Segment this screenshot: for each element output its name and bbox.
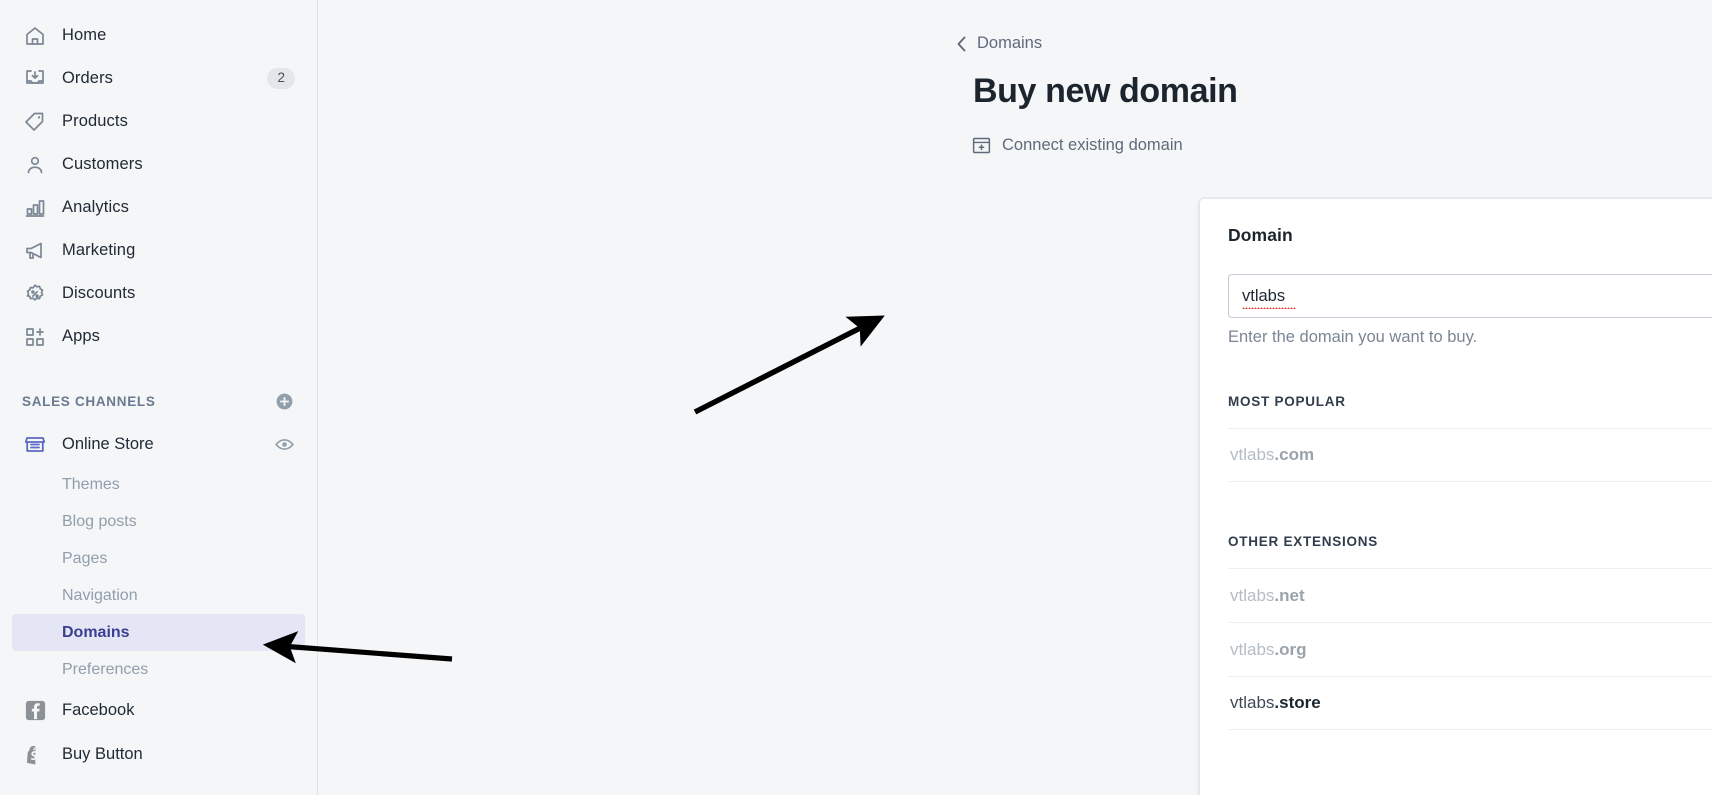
sidebar-item-domains[interactable]: Domains — [12, 614, 305, 651]
sidebar-sub-label: Themes — [62, 475, 120, 493]
apps-grid-plus-icon — [22, 324, 48, 350]
orders-count-badge: 2 — [267, 68, 295, 89]
domain-name: vtlabs.net — [1230, 586, 1712, 606]
sidebar-item-label: Orders — [62, 69, 114, 87]
sidebar-item-customers[interactable]: Customers — [12, 143, 305, 186]
other-extensions-list: vtlabs.net Unavailable vtlabs.org Unavai… — [1228, 568, 1712, 730]
page-title: Buy new domain — [973, 72, 1238, 110]
sidebar-item-label: Discounts — [62, 284, 136, 302]
main-content: Domains Buy new domain Connect existing … — [318, 0, 1712, 795]
sidebar-item-label: Analytics — [62, 198, 129, 216]
sidebar-item-buy-button[interactable]: Buy Button — [12, 732, 305, 776]
sidebar-item-products[interactable]: Products — [12, 100, 305, 143]
sidebar-item-label: Customers — [62, 155, 143, 173]
card-heading: Domain — [1228, 225, 1293, 245]
online-store-label: Online Store — [62, 434, 154, 453]
app-root: Home Orders 2 Products Customers Analyti… — [0, 0, 1712, 795]
other-extensions-label: OTHER EXTENSIONS — [1228, 534, 1379, 549]
browser-window-plus-icon — [971, 135, 992, 156]
facebook-icon — [22, 697, 48, 723]
sidebar-item-label: Marketing — [62, 241, 136, 259]
sales-channels-section-header: SALES CHANNELS — [12, 386, 305, 416]
domain-field-wrapper: Enter the domain you want to buy. — [1228, 274, 1712, 347]
domain-prefix: vtlabs — [1230, 639, 1275, 659]
sidebar-item-home[interactable]: Home — [12, 14, 305, 57]
plus-circle-icon[interactable] — [274, 391, 295, 412]
sidebar-sub-label: Navigation — [62, 586, 138, 604]
most-popular-label: MOST POPULAR — [1228, 394, 1346, 409]
sidebar-item-discounts[interactable]: Discounts — [12, 272, 305, 315]
sidebar-item-navigation[interactable]: Navigation — [12, 577, 305, 614]
table-row: vtlabs.org Unavailable — [1228, 622, 1712, 676]
table-row: vtlabs.net Unavailable — [1228, 568, 1712, 622]
sales-channels-title: SALES CHANNELS — [22, 393, 156, 409]
sidebar-sub-label: Pages — [62, 549, 108, 567]
domain-prefix: vtlabs — [1230, 445, 1275, 464]
eye-icon[interactable] — [274, 434, 295, 455]
domain-input-holder — [1228, 274, 1712, 318]
connect-existing-domain-label: Connect existing domain — [1002, 136, 1183, 154]
sidebar-sub-label: Preferences — [62, 660, 149, 678]
discounts-percent-icon — [22, 281, 48, 307]
domain-name: vtlabs.store — [1230, 693, 1712, 713]
sidebar-item-pages[interactable]: Pages — [12, 540, 305, 577]
storefront-icon — [22, 431, 48, 457]
sidebar-item-preferences[interactable]: Preferences — [12, 651, 305, 688]
products-tag-icon — [22, 109, 48, 135]
most-popular-list: vtlabs.com Unavailable — [1228, 428, 1712, 482]
channel-label: Buy Button — [62, 744, 143, 763]
connect-existing-domain-link[interactable]: Connect existing domain — [971, 135, 1183, 156]
domain-help-text: Enter the domain you want to buy. — [1228, 328, 1478, 346]
sidebar-item-online-store[interactable]: Online Store — [12, 422, 305, 466]
channel-label: Facebook — [62, 700, 135, 719]
domain-tld: .org — [1274, 639, 1307, 659]
home-icon — [22, 23, 48, 49]
table-row: vtlabs.com Unavailable — [1228, 428, 1712, 482]
other-extensions-section: OTHER EXTENSIONS vtlabs.net Unavailable … — [1228, 534, 1712, 730]
sidebar-item-facebook[interactable]: Facebook — [12, 688, 305, 732]
domain-prefix: vtlabs — [1230, 693, 1275, 712]
sidebar-item-marketing[interactable]: Marketing — [12, 229, 305, 272]
domain-tld: .net — [1274, 585, 1305, 605]
sidebar: Home Orders 2 Products Customers Analyti… — [0, 0, 318, 795]
sidebar-item-themes[interactable]: Themes — [12, 466, 305, 503]
orders-icon — [22, 66, 48, 92]
customers-icon — [22, 152, 48, 178]
sidebar-item-analytics[interactable]: Analytics — [12, 186, 305, 229]
domain-name: vtlabs.org — [1230, 640, 1712, 660]
domain-prefix: vtlabs — [1230, 585, 1275, 605]
marketing-megaphone-icon — [22, 238, 48, 264]
breadcrumb[interactable]: Domains — [955, 34, 1042, 53]
analytics-bar-chart-icon — [22, 195, 48, 221]
most-popular-section: MOST POPULAR vtlabs.com Unavailable — [1228, 394, 1712, 482]
table-row: vtlabs.store $19 USD/first year Buy — [1228, 676, 1712, 730]
sidebar-sub-label: Blog posts — [62, 512, 137, 530]
sidebar-item-blog-posts[interactable]: Blog posts — [12, 503, 305, 540]
sidebar-item-label: Products — [62, 112, 128, 130]
shopify-bag-icon — [22, 741, 48, 767]
domain-name: vtlabs.com — [1230, 445, 1712, 465]
sidebar-sub-label: Domains — [62, 623, 130, 641]
domain-input[interactable] — [1228, 274, 1712, 318]
breadcrumb-label: Domains — [977, 34, 1043, 52]
sidebar-item-label: Home — [62, 26, 107, 44]
sidebar-item-label: Apps — [62, 327, 101, 345]
sidebar-item-apps[interactable]: Apps — [12, 315, 305, 358]
buy-domain-card: Domain Enter the domain you want to buy.… — [1199, 198, 1712, 795]
chevron-left-icon — [955, 35, 968, 53]
domain-tld: .com — [1274, 445, 1315, 464]
sidebar-item-orders[interactable]: Orders 2 — [12, 57, 305, 100]
domain-tld: .store — [1274, 693, 1321, 712]
